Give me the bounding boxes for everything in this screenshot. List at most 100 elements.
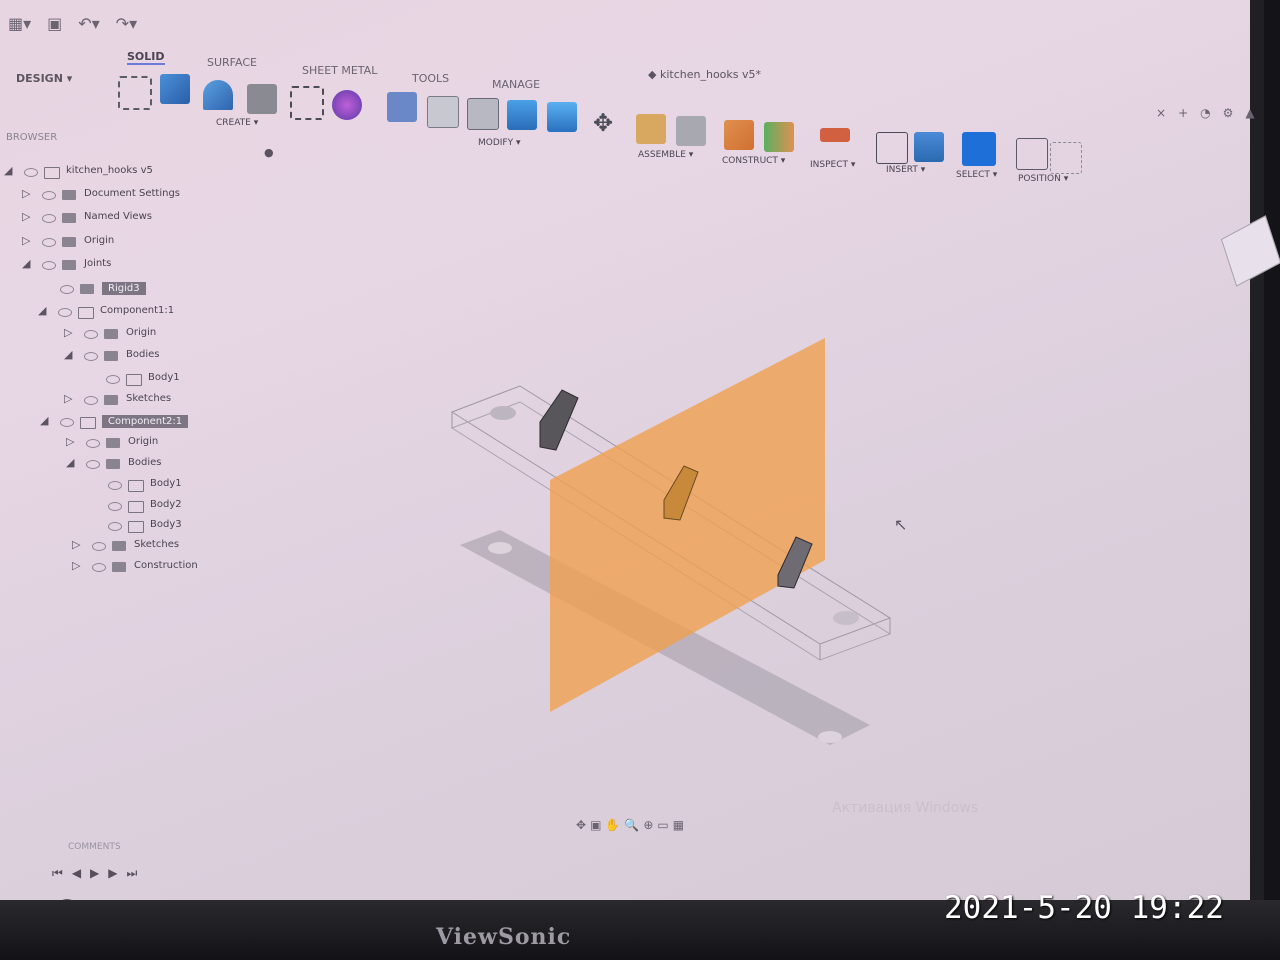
play-icon[interactable]: ▶ <box>90 866 108 880</box>
shell-icon[interactable] <box>467 98 499 130</box>
browser-item-label[interactable]: Bodies <box>128 457 161 468</box>
pan-icon[interactable]: ✋ <box>605 818 624 832</box>
inspect-menu[interactable]: INSPECT ▾ <box>810 160 855 170</box>
tree-expand-toggle-icon[interactable]: ◢ <box>66 456 74 469</box>
tree-expand-toggle-icon[interactable]: ▷ <box>72 559 80 572</box>
visibility-eye-icon[interactable] <box>84 396 98 405</box>
go-to-end-icon[interactable]: ⏭ <box>127 866 147 880</box>
tree-expand-toggle-icon[interactable]: ◢ <box>38 304 46 317</box>
modify-menu[interactable]: MODIFY ▾ <box>478 138 521 148</box>
joint-icon[interactable] <box>676 116 706 146</box>
visibility-eye-icon[interactable] <box>92 542 106 551</box>
position-menu[interactable]: POSITION ▾ <box>1018 174 1068 184</box>
offset-plane-icon[interactable] <box>724 120 754 150</box>
zoom-icon[interactable]: 🔍 <box>624 818 643 832</box>
tree-expand-toggle-icon[interactable]: ◢ <box>64 348 72 361</box>
align-icon[interactable] <box>1016 138 1048 170</box>
browser-item-label[interactable]: Sketches <box>126 393 171 404</box>
notifications-icon[interactable]: ▲ <box>1245 106 1266 120</box>
visibility-eye-icon[interactable] <box>108 522 122 531</box>
new-tab-icon[interactable]: + <box>1178 106 1200 120</box>
next-step-icon[interactable]: ▶ <box>108 866 126 880</box>
browser-item-label[interactable]: Named Views <box>84 211 152 222</box>
tree-expand-toggle-icon[interactable]: ◢ <box>40 414 48 427</box>
tree-expand-toggle-icon[interactable]: ◢ <box>22 257 30 270</box>
visibility-eye-icon[interactable] <box>24 168 38 177</box>
tab-surface[interactable]: SURFACE <box>207 56 257 69</box>
tab-manage[interactable]: MANAGE <box>492 78 540 91</box>
tree-expand-toggle-icon[interactable]: ◢ <box>4 164 12 177</box>
rectangular-pattern-icon[interactable] <box>290 86 324 120</box>
visibility-eye-icon[interactable] <box>60 285 74 294</box>
tree-expand-toggle-icon[interactable]: ▷ <box>66 435 74 448</box>
visibility-eye-icon[interactable] <box>42 191 56 200</box>
browser-item-label[interactable]: Component2:1 <box>102 415 189 428</box>
new-component-icon[interactable] <box>636 114 666 144</box>
go-to-start-icon[interactable]: ⏮ <box>52 866 72 880</box>
construct-menu[interactable]: CONSTRUCT ▾ <box>722 156 785 166</box>
job-status-icon[interactable]: ◔ <box>1200 106 1222 120</box>
combine-icon[interactable] <box>507 100 537 130</box>
grid-settings-icon[interactable]: ▦ <box>673 818 688 832</box>
browser-item-label[interactable]: Joints <box>84 258 111 269</box>
browser-item-label[interactable]: Body1 <box>150 478 182 489</box>
visibility-eye-icon[interactable] <box>42 238 56 247</box>
browser-item-label[interactable]: Body1 <box>148 372 180 383</box>
assemble-menu[interactable]: ASSEMBLE ▾ <box>638 150 693 160</box>
browser-item-label[interactable]: kitchen_hooks v5 <box>66 165 153 176</box>
tab-tools[interactable]: TOOLS <box>412 72 449 85</box>
visibility-eye-icon[interactable] <box>60 418 74 427</box>
zoom-window-icon[interactable]: ⊕ <box>643 818 657 832</box>
browser-item-label[interactable]: Body3 <box>150 519 182 530</box>
revolve-icon[interactable] <box>203 80 233 110</box>
browser-item-label[interactable]: Origin <box>84 235 114 246</box>
redo-icon[interactable]: ↷▾ <box>116 14 137 33</box>
tab-sheet-metal[interactable]: SHEET METAL <box>302 64 377 77</box>
tree-expand-toggle-icon[interactable]: ▷ <box>64 326 72 339</box>
tree-expand-toggle-icon[interactable]: ▷ <box>64 392 72 405</box>
orbit-icon[interactable]: ✥ <box>576 818 590 832</box>
tree-expand-toggle-icon[interactable]: ▷ <box>22 210 30 223</box>
tree-expand-toggle-icon[interactable]: ▷ <box>22 234 30 247</box>
visibility-eye-icon[interactable] <box>106 375 120 384</box>
browser-item-label[interactable]: Origin <box>128 436 158 447</box>
browser-item-label[interactable]: Component1:1 <box>100 305 174 316</box>
display-settings-icon[interactable]: ▭ <box>657 818 672 832</box>
insert-menu[interactable]: INSERT ▾ <box>886 165 925 175</box>
browser-item-label[interactable]: Origin <box>126 327 156 338</box>
workspace-switcher[interactable]: DESIGN ▾ <box>16 72 72 85</box>
file-menu-icon[interactable]: ▦▾ <box>8 14 31 33</box>
browser-item-label[interactable]: Rigid3 <box>102 282 146 295</box>
create-sketch-icon[interactable] <box>118 76 152 110</box>
visibility-eye-icon[interactable] <box>92 563 106 572</box>
tree-expand-toggle-icon[interactable]: ▷ <box>72 538 80 551</box>
measure-icon[interactable] <box>820 128 850 142</box>
browser-collapse-icon[interactable]: ● <box>264 146 274 159</box>
visibility-eye-icon[interactable] <box>86 439 100 448</box>
visibility-eye-icon[interactable] <box>108 502 122 511</box>
midplane-icon[interactable] <box>764 122 794 152</box>
browser-item-label[interactable]: Sketches <box>134 539 179 550</box>
browser-item-label[interactable]: Construction <box>134 560 198 571</box>
undo-icon[interactable]: ↶▾ <box>78 14 99 33</box>
browser-item-label[interactable]: Document Settings <box>84 188 180 199</box>
insert-derive-icon[interactable] <box>876 132 908 164</box>
select-icon[interactable] <box>962 132 996 166</box>
split-body-icon[interactable] <box>547 102 577 132</box>
create-form-icon[interactable] <box>332 90 362 120</box>
move-icon[interactable]: ✥ <box>588 108 618 138</box>
extrude-icon[interactable] <box>160 74 190 104</box>
canvas-viewport[interactable]: ↖ <box>300 200 1240 820</box>
visibility-eye-icon[interactable] <box>86 460 100 469</box>
visibility-eye-icon[interactable] <box>84 330 98 339</box>
visibility-eye-icon[interactable] <box>108 481 122 490</box>
fillet-icon[interactable] <box>427 96 459 128</box>
visibility-eye-icon[interactable] <box>58 308 72 317</box>
insert-image-icon[interactable] <box>914 132 944 162</box>
extensions-icon[interactable]: ⚙ <box>1223 106 1246 120</box>
close-tab-icon[interactable]: × <box>1156 106 1178 120</box>
capture-position-icon[interactable] <box>1050 142 1082 174</box>
press-pull-icon[interactable] <box>387 92 417 122</box>
look-at-icon[interactable]: ▣ <box>590 818 605 832</box>
previous-step-icon[interactable]: ◀ <box>72 866 90 880</box>
